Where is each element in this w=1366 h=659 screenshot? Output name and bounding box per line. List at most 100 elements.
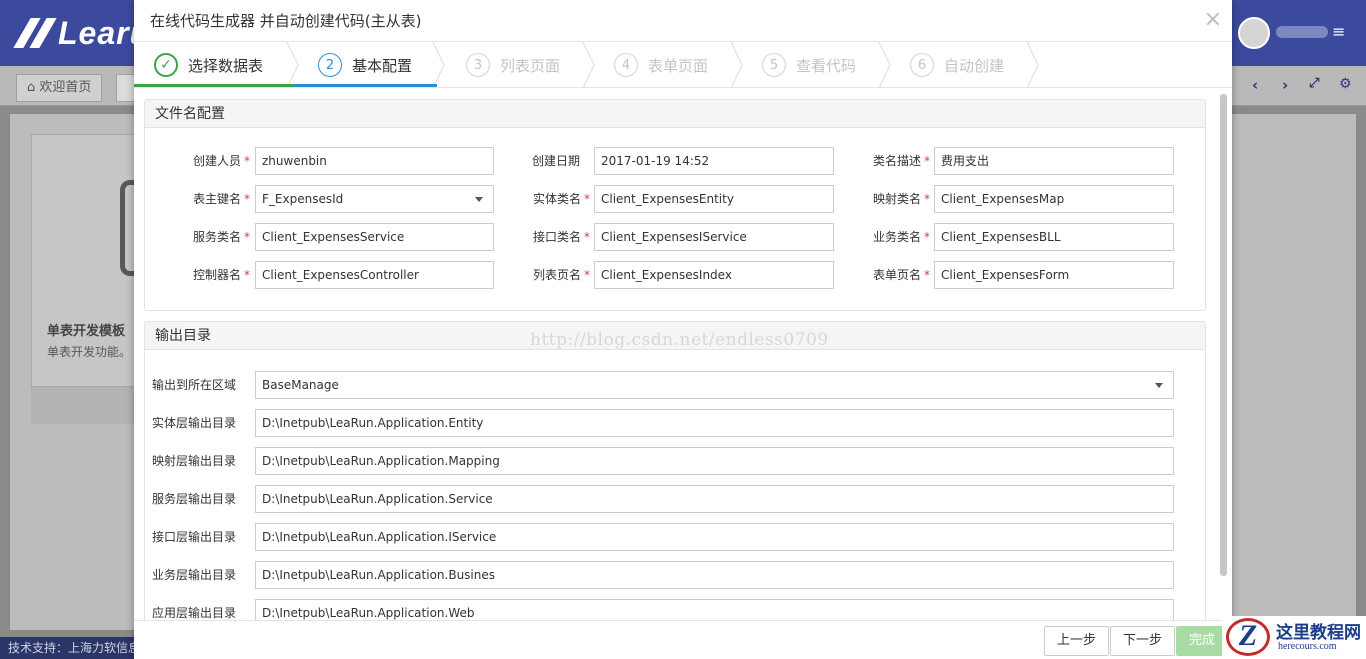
step-done-indicator (134, 84, 294, 87)
step-label: 自动创建 (944, 56, 1005, 75)
tab-prev-icon[interactable]: ‹ (1252, 76, 1258, 94)
template-card[interactable] (31, 134, 135, 424)
select-value: BaseManage (262, 378, 339, 392)
step-number: 2 (318, 53, 342, 77)
field-label: 类名描述 * (872, 154, 930, 168)
step-separator-icon (1026, 42, 1039, 88)
field-label: 服务类名 * (192, 230, 250, 244)
home-icon: ⌂ (27, 80, 40, 95)
step-form-page[interactable]: 4 表单页面 (614, 42, 708, 88)
interface-dir-input[interactable]: D:\Inetpub\LeaRun.Application.IService (255, 523, 1174, 551)
site-logo-title: 这里教程网 (1276, 623, 1361, 643)
step-active-indicator (294, 84, 437, 87)
create-date-input[interactable]: 2017-01-19 14:52 (594, 147, 834, 175)
step-number: 4 (614, 53, 638, 77)
template-card-description: 单表开发功能。 (47, 345, 132, 359)
checkmark-icon: ✓ (154, 53, 178, 77)
web-dir-input[interactable]: D:\Inetpub\LeaRun.Application.Web (255, 599, 1174, 620)
form-page-input[interactable]: Client_ExpensesForm (934, 261, 1174, 289)
step-list-page[interactable]: 3 列表页面 (466, 42, 560, 88)
close-icon[interactable]: × (1204, 8, 1222, 32)
field-label: 映射类名 * (872, 192, 930, 206)
site-logo: Z 这里教程网 herecours.com (1222, 616, 1366, 659)
service-class-input[interactable]: Client_ExpensesService (255, 223, 494, 251)
field-label: 业务层输出目录 (152, 568, 237, 582)
primary-key-select[interactable]: F_ExpensesId (255, 185, 494, 213)
field-label: 控制器名 * (192, 268, 250, 282)
field-label: 实体层输出目录 (152, 416, 237, 430)
step-separator-icon (582, 42, 595, 88)
tab-second[interactable] (116, 74, 136, 102)
template-card-footer (31, 386, 135, 424)
field-label: 列表页名 * (532, 268, 590, 282)
entity-class-input[interactable]: Client_ExpensesEntity (594, 185, 834, 213)
field-label: 接口类名 * (532, 230, 590, 244)
tab-next-icon[interactable]: › (1282, 76, 1288, 94)
creator-input[interactable]: zhuwenbin (255, 147, 494, 175)
site-logo-mark-icon: Z (1226, 618, 1270, 656)
step-label: 查看代码 (796, 56, 857, 75)
area-select[interactable]: BaseManage (255, 371, 1174, 399)
dialog-scrollbar[interactable] (1220, 94, 1227, 576)
step-number: 6 (910, 53, 934, 77)
dialog-body: 文件名配置 创建人员 * zhuwenbin 创建日期 2017-01-19 14… (134, 89, 1232, 620)
field-label: 创建日期 (531, 154, 580, 168)
fullscreen-icon[interactable]: ⤢ (1309, 76, 1319, 91)
user-name[interactable] (1276, 26, 1328, 38)
step-number: 3 (466, 53, 490, 77)
step-label: 列表页面 (500, 56, 561, 75)
app-logo: Learu (14, 14, 150, 52)
dialog-title: 在线代码生成器 并自动创建代码(主从表) (134, 0, 1232, 42)
field-label: 实体类名 * (532, 192, 590, 206)
step-view-code[interactable]: 5 查看代码 (762, 42, 856, 88)
chevron-down-icon (1155, 383, 1163, 388)
wizard-steps: ✓ 选择数据表 2 基本配置 3 列表页面 4 表单页面 5 查看代码 6 自动… (134, 42, 1232, 88)
finish-button[interactable]: 完成 (1176, 626, 1229, 656)
entity-dir-input[interactable]: D:\Inetpub\LeaRun.Application.Entity (255, 409, 1174, 437)
field-label: 表单页名 * (872, 268, 930, 282)
list-page-input[interactable]: Client_ExpensesIndex (594, 261, 834, 289)
step-auto-create[interactable]: 6 自动创建 (910, 42, 1004, 88)
settings-gear-icon[interactable]: ⚙ (1339, 76, 1352, 92)
step-separator-icon (730, 42, 743, 88)
map-class-input[interactable]: Client_ExpensesMap (934, 185, 1174, 213)
step-label: 基本配置 (352, 56, 413, 75)
dialog-footer: 上一步 下一步 完成 (134, 620, 1232, 659)
logo-mark-icon (14, 20, 54, 46)
site-logo-url: herecours.com (1278, 641, 1337, 652)
field-label: 业务类名 * (872, 230, 930, 244)
step-number: 5 (762, 53, 786, 77)
field-label: 接口层输出目录 (152, 530, 237, 544)
step-select-table[interactable]: ✓ 选择数据表 (154, 42, 263, 88)
field-label: 输出到所在区域 (152, 378, 237, 392)
controller-name-input[interactable]: Client_ExpensesController (255, 261, 494, 289)
prev-step-button[interactable]: 上一步 (1044, 626, 1110, 656)
menu-icon[interactable]: ≡ (1332, 22, 1345, 41)
field-label: 服务层输出目录 (152, 492, 237, 506)
panel-heading: 文件名配置 (145, 100, 1205, 128)
service-dir-input[interactable]: D:\Inetpub\LeaRun.Application.Service (255, 485, 1174, 513)
chevron-down-icon (475, 197, 483, 202)
template-card-title: 单表开发模板 (47, 324, 126, 339)
step-basic-config[interactable]: 2 基本配置 (318, 42, 412, 88)
step-label: 表单页面 (648, 56, 709, 75)
tab-home-label: 欢迎首页 (39, 80, 92, 95)
class-description-input[interactable]: 费用支出 (934, 147, 1174, 175)
user-avatar[interactable] (1238, 17, 1270, 49)
next-step-button[interactable]: 下一步 (1110, 626, 1176, 656)
field-label: 表主键名 * (192, 192, 250, 206)
watermark: http://blog.csdn.net/endless0709 (530, 330, 829, 350)
business-class-input[interactable]: Client_ExpensesBLL (934, 223, 1174, 251)
step-separator-icon (878, 42, 891, 88)
field-label: 创建人员 * (192, 154, 250, 168)
field-label: 应用层输出目录 (152, 606, 237, 620)
business-dir-input[interactable]: D:\Inetpub\LeaRun.Application.Busines (255, 561, 1174, 589)
interface-class-input[interactable]: Client_ExpensesIService (594, 223, 834, 251)
field-label: 映射层输出目录 (152, 454, 237, 468)
select-value: F_ExpensesId (262, 192, 344, 206)
step-label: 选择数据表 (188, 56, 264, 75)
step-separator-icon (286, 42, 299, 88)
step-separator-icon (432, 42, 445, 88)
tab-home[interactable]: ⌂ 欢迎首页 (16, 74, 103, 102)
mapping-dir-input[interactable]: D:\Inetpub\LeaRun.Application.Mapping (255, 447, 1174, 475)
